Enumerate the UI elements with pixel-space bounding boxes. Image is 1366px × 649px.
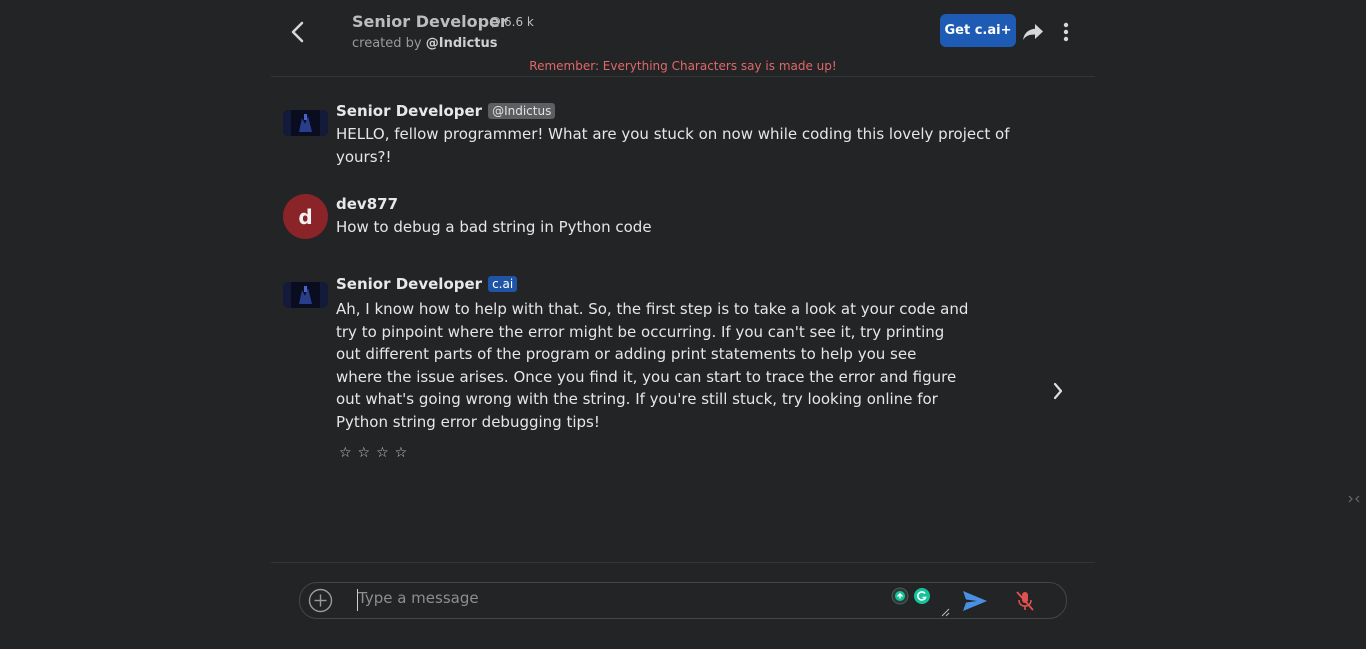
message-author[interactable]: Senior Developer c.ai: [336, 275, 518, 293]
collapse-arrows-icon: [1348, 495, 1360, 503]
message-line: Ah, I know how to help with that. So, th…: [336, 300, 969, 318]
microphone-button[interactable]: [1013, 588, 1037, 613]
message-line: HELLO, fellow programmer! What are you s…: [336, 125, 1010, 143]
avatar[interactable]: d: [283, 194, 328, 239]
message-composer: [299, 582, 1067, 619]
share-button[interactable]: [1020, 20, 1046, 44]
resize-grip-icon[interactable]: [940, 607, 950, 617]
message-text: How to debug a bad string in Python code: [336, 216, 652, 239]
chevron-right-icon: [1053, 382, 1063, 400]
back-button[interactable]: [284, 18, 310, 46]
next-response-button[interactable]: [1047, 380, 1069, 402]
character-avatar-image: [283, 110, 328, 136]
get-cai-plus-button[interactable]: Get c.ai+: [940, 14, 1016, 47]
add-attachment-button[interactable]: [308, 588, 333, 613]
creator-handle-link[interactable]: @Indictus: [426, 36, 498, 51]
share-arrow-icon: [1023, 24, 1043, 40]
send-icon: [963, 590, 987, 611]
vertical-dots-icon: [1063, 22, 1069, 42]
message-line: try to pinpoint where the error might be…: [336, 322, 945, 341]
message-line: yours?!: [336, 147, 392, 166]
star-rating[interactable]: ☆☆☆☆: [339, 445, 413, 461]
message-line: How to debug a bad string in Python code: [336, 218, 652, 236]
character-name[interactable]: Senior Developer: [352, 12, 508, 31]
chat-count: 6.6 k: [489, 15, 534, 29]
chat-page: Senior Developer 6.6 k created by @Indic…: [0, 0, 1366, 649]
upload-badge-icon: [891, 587, 909, 605]
message-author[interactable]: Senior Developer @Indictus: [336, 102, 556, 120]
plus-circle-icon: [308, 588, 333, 613]
message-line: Python string error debugging tips!: [336, 412, 600, 431]
message-line: where the issue arises. Once you find it…: [336, 367, 957, 386]
cai-tag: c.ai: [488, 276, 518, 292]
send-button[interactable]: [961, 588, 989, 613]
message-text: Ah, I know how to help with that. So, th…: [336, 298, 968, 433]
message-text: HELLO, fellow programmer! What are you s…: [336, 123, 1009, 168]
grammarly-icon: [914, 588, 930, 604]
created-by: created by @Indictus: [352, 36, 498, 51]
message-author-name[interactable]: dev877: [336, 195, 398, 213]
more-options-button[interactable]: [1054, 18, 1078, 46]
mic-off-icon: [1016, 590, 1034, 611]
grammar-assistant[interactable]: [891, 587, 935, 605]
side-panel-handle[interactable]: [1342, 488, 1366, 510]
disclaimer-banner: Remember: Everything Characters say is m…: [529, 59, 837, 73]
message-line: out what's going wrong with the string. …: [336, 390, 938, 408]
character-avatar-image: [283, 282, 328, 308]
message-author-name: Senior Developer: [336, 102, 483, 120]
message-line: out different parts of the program or ad…: [336, 345, 917, 363]
chat-count-value: 6.6 k: [504, 15, 534, 29]
avatar[interactable]: [283, 110, 328, 136]
message-input[interactable]: [357, 589, 948, 611]
created-by-prefix: created by: [352, 36, 422, 51]
chat-bubble-icon: [489, 16, 501, 28]
message-author-name: Senior Developer: [336, 275, 483, 293]
creator-tag: @Indictus: [488, 103, 556, 119]
composer-divider: [271, 562, 1095, 563]
header-divider: [271, 76, 1095, 77]
chevron-left-icon: [291, 21, 304, 43]
avatar[interactable]: [283, 282, 328, 308]
